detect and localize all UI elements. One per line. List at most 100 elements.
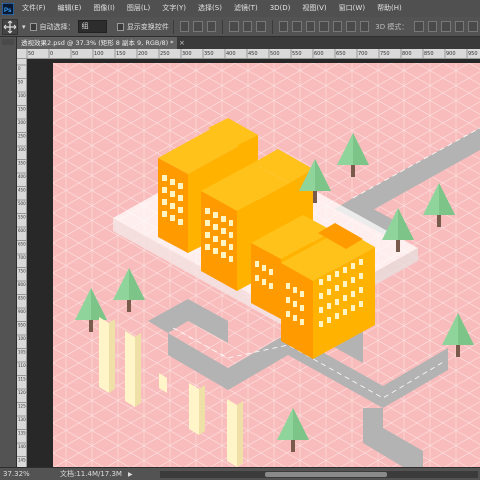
align-right-button[interactable]: [256, 21, 266, 32]
ruler-label: 250: [18, 134, 26, 139]
align-bottom-button[interactable]: [206, 21, 217, 32]
menu-item[interactable]: 3D(D): [264, 0, 297, 17]
ruler-label: 150: [116, 51, 126, 57]
vertical-ruler-ticks: 0 50 100 150 200 250 300 350 400 450 500 550 600 650 7…: [17, 64, 27, 463]
ruler-label: 1450: [18, 458, 27, 463]
dropdown-arrow-icon[interactable]: ▾: [22, 23, 26, 31]
horizontal-scrollbar-thumb[interactable]: [265, 472, 387, 477]
separator: [271, 19, 273, 34]
toolbar-grip[interactable]: [2, 39, 14, 45]
zoom-level[interactable]: 37.32%: [0, 470, 30, 478]
align-hcenter-button[interactable]: [242, 21, 253, 32]
ruler-label: 150: [18, 107, 26, 112]
show-transform-checkbox[interactable]: [116, 22, 124, 31]
3d-roll-button[interactable]: [427, 21, 438, 32]
svg-text:Ps: Ps: [4, 8, 12, 14]
distribute-hcenter-button[interactable]: [332, 21, 343, 32]
ruler-label: 450: [18, 188, 26, 193]
distribute-left-button[interactable]: [319, 21, 329, 32]
ruler-label: 650: [336, 51, 346, 57]
ruler-label: 350: [18, 161, 26, 166]
menu-item[interactable]: 视图(V): [296, 0, 332, 17]
canvas-area[interactable]: [27, 59, 480, 467]
menu-item[interactable]: 窗口(W): [333, 0, 371, 17]
menu-item[interactable]: 编辑(E): [52, 0, 88, 17]
3d-rotate-button[interactable]: [414, 21, 424, 32]
3d-mode-label: 3D 模式：: [375, 22, 409, 31]
menu-item[interactable]: 滤镜(T): [228, 0, 264, 17]
ruler-label: 0: [18, 66, 21, 71]
ruler-label: 650: [18, 242, 26, 247]
ruler-label: 800: [18, 282, 26, 287]
ruler-label: 400: [18, 174, 26, 179]
menu-item[interactable]: 文件(F): [16, 0, 52, 17]
menu-item[interactable]: 文字(Y): [156, 0, 192, 17]
menu-item[interactable]: 图层(L): [121, 0, 156, 17]
ruler-label: 950: [468, 51, 478, 57]
status-menu-arrow-icon[interactable]: ▶: [128, 471, 133, 478]
status-bar: 37.32% 文档:11.4M/17.3M ▶: [0, 467, 480, 480]
ruler-label: 600: [314, 51, 324, 57]
ruler-label: 700: [358, 51, 368, 57]
ruler-label: 1400: [18, 444, 27, 449]
move-tool-preset-icon[interactable]: [2, 18, 18, 35]
ruler-label: 500: [18, 201, 26, 206]
horizontal-ruler[interactable]: 50 0 50 100 150 200 250 300 350 400 450 500 550 600 65…: [17, 49, 480, 59]
horizontal-ruler-ticks: 50 0 50 100 150 200 250 300 350 400 450 500 550 600 65…: [26, 49, 478, 58]
close-tab-icon[interactable]: ×: [179, 37, 185, 49]
align-top-button[interactable]: [179, 21, 190, 32]
document-canvas[interactable]: [53, 63, 480, 467]
distribute-bottom-button[interactable]: [305, 21, 316, 32]
ruler-label: 1300: [18, 417, 27, 422]
photoshop-logo: Ps: [0, 0, 16, 17]
distribute-right-button[interactable]: [346, 21, 356, 32]
ruler-label: 50: [72, 51, 78, 57]
separator: [222, 19, 224, 34]
ruler-label: 500: [270, 51, 280, 57]
ruler-label: 850: [18, 296, 26, 301]
ruler-label: 700: [18, 255, 26, 260]
auto-select-dropdown[interactable]: 组: [77, 20, 107, 33]
ruler-label: 1250: [18, 404, 27, 409]
3d-drag-button[interactable]: [441, 21, 451, 32]
ruler-label: 350: [204, 51, 214, 57]
ruler-label: 450: [248, 51, 258, 57]
ruler-label: 550: [292, 51, 302, 57]
separator: [172, 19, 174, 34]
ruler-label: 1150: [18, 377, 27, 382]
3d-slide-button[interactable]: [454, 21, 465, 32]
horizontal-scrollbar[interactable]: [160, 471, 478, 478]
ruler-label: 50: [18, 80, 24, 85]
ruler-label: 950: [18, 323, 26, 328]
ruler-label: 600: [18, 228, 26, 233]
ruler-label: 50: [28, 51, 34, 57]
artwork: [53, 63, 480, 467]
ruler-label: 1000: [18, 336, 27, 341]
ruler-label: 250: [160, 51, 170, 57]
photoshop-logo-icon: Ps: [2, 2, 14, 15]
auto-select-checkbox[interactable]: [29, 22, 37, 31]
menu-item[interactable]: 图像(I): [87, 0, 121, 17]
distribute-vcenter-button[interactable]: [292, 21, 302, 32]
options-bar: ▾ 自动选择： 组 显示变换控件 3D 模式：: [0, 17, 480, 37]
menu-item[interactable]: 选择(S): [192, 0, 228, 17]
document-tab[interactable]: 透视效果2.psd @ 37.3% (矩形 8 副本 9, RGB/8) *: [17, 37, 177, 49]
ruler-label: 1350: [18, 431, 27, 436]
ruler-label: 750: [380, 51, 390, 57]
ruler-label: 850: [424, 51, 434, 57]
align-vcenter-button[interactable]: [193, 21, 203, 32]
menu-item[interactable]: 帮助(H): [371, 0, 408, 17]
vertical-ruler[interactable]: 0 50 100 150 200 250 300 350 400 450 500 550 600 650 7…: [17, 59, 27, 467]
align-left-button[interactable]: [229, 21, 239, 32]
ruler-label: 900: [446, 51, 456, 57]
show-transform-label: 显示变换控件: [126, 22, 169, 31]
ruler-label: 750: [18, 269, 26, 274]
ruler-label: 1200: [18, 390, 27, 395]
ruler-label: 1100: [18, 363, 27, 368]
3d-scale-button[interactable]: [468, 21, 478, 32]
distribute-top-button[interactable]: [278, 21, 289, 32]
ruler-label: 100: [18, 93, 26, 98]
auto-align-button[interactable]: [359, 21, 370, 32]
ruler-label: 900: [18, 309, 26, 314]
ruler-label: 100: [94, 51, 104, 57]
